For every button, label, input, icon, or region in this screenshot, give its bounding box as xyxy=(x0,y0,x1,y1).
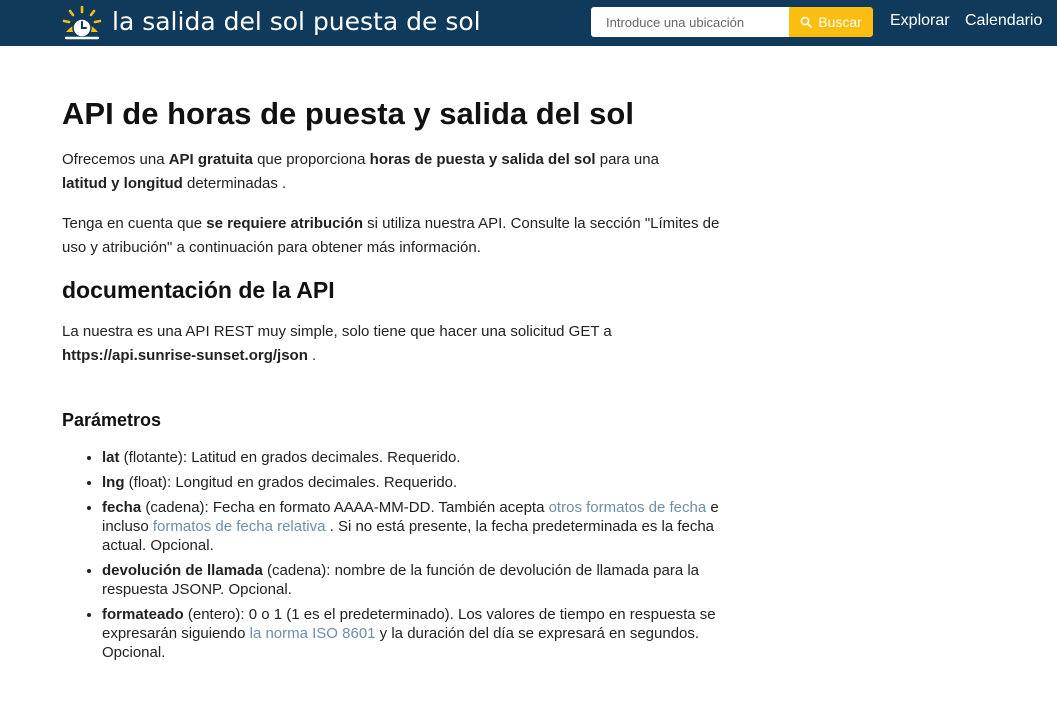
api-documentation-paragraph: La nuestra es una API REST muy simple, s… xyxy=(62,320,722,368)
parameters-list: lat (flotante): Latitud en grados decima… xyxy=(62,448,722,662)
main-content: API de horas de puesta y salida del sol … xyxy=(62,46,722,668)
intro-bold-lat-lng: latitud y longitud xyxy=(62,175,183,192)
api-documentation-heading: documentación de la API xyxy=(62,277,335,303)
nav-calendar-link[interactable]: Calendario xyxy=(965,12,1042,30)
param-item-callback: devolución de llamada (cadena): nombre d… xyxy=(102,561,722,599)
param-item-lng: lng (float): Longitud en grados decimale… xyxy=(102,473,722,492)
page-title: API de horas de puesta y salida del sol xyxy=(62,96,634,131)
location-search-form: Buscar xyxy=(591,7,873,37)
param-item-date: fecha (cadena): Fecha en formato AAAA-MM… xyxy=(102,498,722,555)
search-icon xyxy=(800,16,813,28)
top-navigation-bar: la salida del sol puesta de sol Buscar E… xyxy=(0,0,1057,46)
notice-text: Tenga en cuenta que xyxy=(62,215,207,232)
doc-text: . xyxy=(307,347,317,364)
api-endpoint-url: https://api.sunrise-sunset.org/json xyxy=(62,347,308,364)
intro-paragraph: Ofrecemos una API gratuita que proporcio… xyxy=(62,148,722,196)
attribution-notice-paragraph: Tenga en cuenta que se requiere atribuci… xyxy=(62,212,722,260)
param-name: devolución de llamada xyxy=(102,562,263,579)
parameters-heading: Parámetros xyxy=(62,410,162,430)
param-description: (flotante): Latitud en grados decimales.… xyxy=(119,449,461,466)
intro-text: para una xyxy=(595,151,659,168)
location-search-input[interactable] xyxy=(591,7,789,37)
site-brand-title[interactable]: la salida del sol puesta de sol xyxy=(112,6,481,38)
intro-text: que proporciona xyxy=(252,151,370,168)
param-name: fecha xyxy=(102,499,142,516)
param-description: (float): Longitud en grados decimales. R… xyxy=(124,474,458,491)
notice-bold-attribution: se requiere atribución xyxy=(206,215,364,232)
nav-explore-link[interactable]: Explorar xyxy=(890,12,950,30)
param-item-lat: lat (flotante): Latitud en grados decima… xyxy=(102,448,722,467)
param-name: formateado xyxy=(102,606,184,623)
doc-text: La nuestra es una API REST muy simple, s… xyxy=(62,323,612,340)
intro-bold-sun-times: horas de puesta y salida del sol xyxy=(369,151,596,168)
param-name: lat xyxy=(102,449,120,466)
intro-bold-free-api: API gratuita xyxy=(168,151,253,168)
param-name: lng xyxy=(102,474,125,491)
iso-8601-link[interactable]: la norma ISO 8601 xyxy=(250,625,376,642)
param-item-formatted: formateado (entero): 0 o 1 (1 es el pred… xyxy=(102,605,722,662)
intro-text: Ofrecemos una xyxy=(62,151,169,168)
relative-date-formats-link[interactable]: formatos de fecha relativa xyxy=(153,518,326,535)
other-date-formats-link[interactable]: otros formatos de fecha xyxy=(549,499,707,516)
search-button[interactable]: Buscar xyxy=(789,7,873,37)
intro-text: determinadas . xyxy=(182,175,287,192)
sun-clock-logo-icon[interactable] xyxy=(62,5,102,41)
param-description: (cadena): Fecha en formato AAAA-MM-DD. T… xyxy=(141,499,549,516)
search-button-label: Buscar xyxy=(818,14,862,30)
